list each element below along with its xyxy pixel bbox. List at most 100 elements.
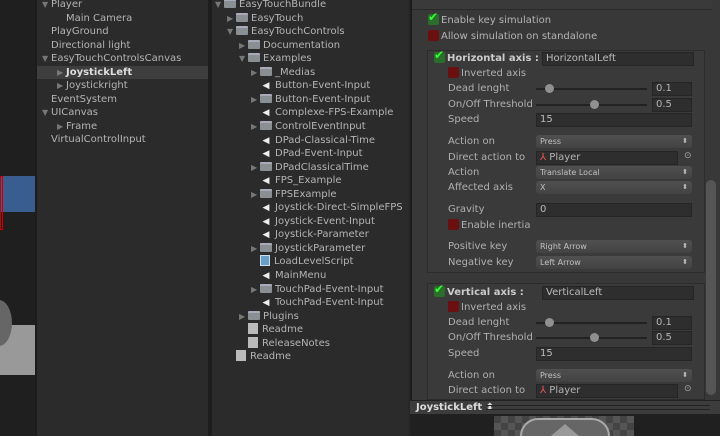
project-item[interactable]: Readme	[212, 350, 408, 363]
checkbox-icon[interactable]	[428, 30, 439, 41]
project-item[interactable]: ◀ DPad-Event-Input	[212, 147, 408, 160]
project-item[interactable]: ◀ Joystick-Direct-SimpleFPS	[212, 201, 408, 214]
project-item[interactable]: ◀ DPad-Classical-Time	[212, 134, 408, 147]
scene-view[interactable]	[0, 0, 35, 436]
hierarchy-item[interactable]: ▶ Joystickright	[37, 79, 208, 92]
project-item[interactable]: ▼ EasyTouchBundle	[212, 0, 408, 11]
dead-lenght-slider[interactable]	[536, 84, 647, 93]
expanded-arrow-icon[interactable]: ▼	[227, 25, 236, 38]
on-off-threshold-slider[interactable]	[536, 333, 647, 342]
slider-knob[interactable]	[589, 100, 599, 109]
allow-standalone-toggle[interactable]: Allow simulation on standalone	[428, 30, 720, 43]
project-item[interactable]: ▼ Examples	[212, 52, 408, 65]
project-item[interactable]: ▶ ControlEventInput	[212, 120, 408, 133]
collapsed-arrow-icon[interactable]: ▶	[227, 12, 236, 25]
collapsed-arrow-icon[interactable]: ▶	[57, 79, 66, 92]
enable-key-simulation-toggle[interactable]: Enable key simulation	[428, 11, 720, 27]
gravity-input[interactable]: 0	[536, 203, 692, 217]
project-item[interactable]: ▼ EasyTouchControls	[212, 25, 408, 38]
axis-name-input[interactable]: HorizontalLeft	[542, 52, 694, 66]
collapsed-arrow-icon[interactable]: ▶	[57, 66, 66, 79]
project-item[interactable]: ReleaseNotes	[212, 336, 408, 350]
hierarchy-item[interactable]: ▼ EasyTouchControlsCanvas	[37, 52, 208, 65]
hierarchy-item[interactable]: PlayGround	[37, 25, 208, 38]
dead-lenght-slider[interactable]	[536, 318, 647, 327]
collapsed-arrow-icon[interactable]: ▶	[251, 93, 260, 106]
drag-handle[interactable]	[486, 405, 710, 410]
expanded-arrow-icon[interactable]: ▼	[42, 0, 51, 11]
action-on-dropdown[interactable]: Press	[536, 369, 692, 382]
hierarchy-item[interactable]: ▼ UICanvas	[37, 106, 208, 119]
hierarchy-item[interactable]: ▼ Player	[37, 0, 208, 11]
axis-name-input[interactable]: VerticalLeft	[542, 286, 694, 300]
project-item[interactable]: ◀ TouchPad-Event-Input	[212, 296, 408, 309]
positive-key-dropdown[interactable]: Right Arrow	[536, 240, 692, 253]
collapsed-arrow-icon[interactable]: ▶	[251, 242, 260, 255]
project-item[interactable]: ▶ _Medias	[212, 66, 408, 79]
checkbox-icon[interactable]	[448, 301, 459, 312]
collapsed-arrow-icon[interactable]: ▶	[251, 161, 260, 174]
project-item[interactable]: ◀ Joystick-Event-Input	[212, 215, 408, 228]
project-item[interactable]: ▶ FPSExample	[212, 188, 408, 201]
object-picker-icon[interactable]: ⊙	[684, 151, 692, 161]
collapsed-arrow-icon[interactable]: ▶	[251, 120, 260, 133]
collapsed-arrow-icon[interactable]: ▶	[251, 188, 260, 201]
dead-lenght-value-input[interactable]: 0.1	[652, 82, 692, 96]
enable-inertia-toggle[interactable]: Enable inertia	[448, 219, 530, 232]
checkbox-icon[interactable]	[448, 67, 459, 78]
project-item[interactable]: ◀ Complexe-FPS-Example	[212, 106, 408, 119]
project-item[interactable]: ▶ Documentation	[212, 39, 408, 52]
project-item[interactable]: ◀ FPS_Example	[212, 174, 408, 187]
hierarchy-item[interactable]: ▶ JoystickLeft	[37, 65, 208, 79]
inverted-axis-toggle[interactable]: Inverted axis	[448, 301, 526, 314]
collapsed-arrow-icon[interactable]: ▶	[251, 283, 260, 296]
direct-action-to-object-field[interactable]: ⅄ Player	[536, 151, 678, 165]
on-off-threshold-slider[interactable]	[536, 100, 647, 109]
inverted-axis-toggle[interactable]: Inverted axis	[448, 67, 526, 80]
project-item[interactable]: ▶ DPadClassicalTime	[212, 161, 408, 174]
axis-enabled-checkbox[interactable]	[434, 283, 445, 297]
project-item[interactable]: ◀ MainMenu	[212, 269, 408, 282]
expanded-arrow-icon[interactable]: ▼	[42, 52, 51, 65]
hierarchy-item[interactable]: ▶ Frame	[37, 120, 208, 133]
object-picker-icon[interactable]: ⊙	[684, 384, 692, 394]
direct-action-to-object-field[interactable]: ⅄ Player	[536, 384, 678, 398]
on-off-threshold-value-input[interactable]: 0.5	[652, 98, 692, 112]
affected-axis-dropdown[interactable]: X	[536, 181, 692, 194]
checkbox-icon[interactable]	[428, 11, 439, 25]
project-item[interactable]: ▶ EasyTouch	[212, 12, 408, 25]
hierarchy-item[interactable]: Directional light	[37, 39, 208, 52]
project-item[interactable]: ◀ Joystick-Parameter	[212, 228, 408, 241]
project-item[interactable]: ▶ Button-Event-Input	[212, 93, 408, 106]
slider-knob[interactable]	[545, 318, 555, 327]
collapsed-arrow-icon[interactable]: ▶	[239, 39, 248, 52]
project-item[interactable]: ▶ Plugins	[212, 310, 408, 323]
collapsed-arrow-icon[interactable]: ▶	[239, 310, 248, 323]
on-off-threshold-value-input[interactable]: 0.5	[652, 331, 692, 345]
slider-knob[interactable]	[545, 84, 555, 93]
hierarchy-item[interactable]: Main Camera	[37, 12, 208, 25]
checkbox-icon[interactable]	[448, 219, 459, 230]
project-item[interactable]: LoadLevelScript	[212, 255, 408, 268]
project-item[interactable]: ▶ TouchPad-Event-Input	[212, 283, 408, 296]
project-item[interactable]: Readme	[212, 323, 408, 336]
slider-knob[interactable]	[589, 333, 599, 342]
action-on-dropdown[interactable]: Press	[536, 135, 692, 148]
expanded-arrow-icon[interactable]: ▼	[42, 106, 51, 119]
action-dropdown[interactable]: Translate Local	[536, 166, 692, 179]
negative-key-dropdown[interactable]: Left Arrow	[536, 256, 692, 269]
project-item[interactable]: ◀ Button-Event-Input	[212, 79, 408, 92]
speed-input[interactable]: 15	[536, 347, 692, 361]
expanded-arrow-icon[interactable]: ▼	[239, 52, 248, 65]
collapsed-arrow-icon[interactable]: ▶	[57, 120, 66, 133]
hierarchy-item[interactable]: EventSystem	[37, 93, 208, 106]
expanded-arrow-icon[interactable]: ▼	[215, 0, 224, 11]
inspector-scrollbar[interactable]	[706, 180, 716, 395]
collapsed-arrow-icon[interactable]: ▶	[251, 66, 260, 79]
hierarchy-item[interactable]: VirtualControlInput	[37, 133, 208, 146]
axis-enabled-checkbox[interactable]	[434, 49, 445, 63]
speed-input[interactable]: 15	[536, 113, 692, 127]
preview-object-select[interactable]: JoystickLeft ⬍	[410, 400, 720, 414]
project-item[interactable]: ▶ JoystickParameter	[212, 242, 408, 255]
dead-lenght-value-input[interactable]: 0.1	[652, 316, 692, 330]
